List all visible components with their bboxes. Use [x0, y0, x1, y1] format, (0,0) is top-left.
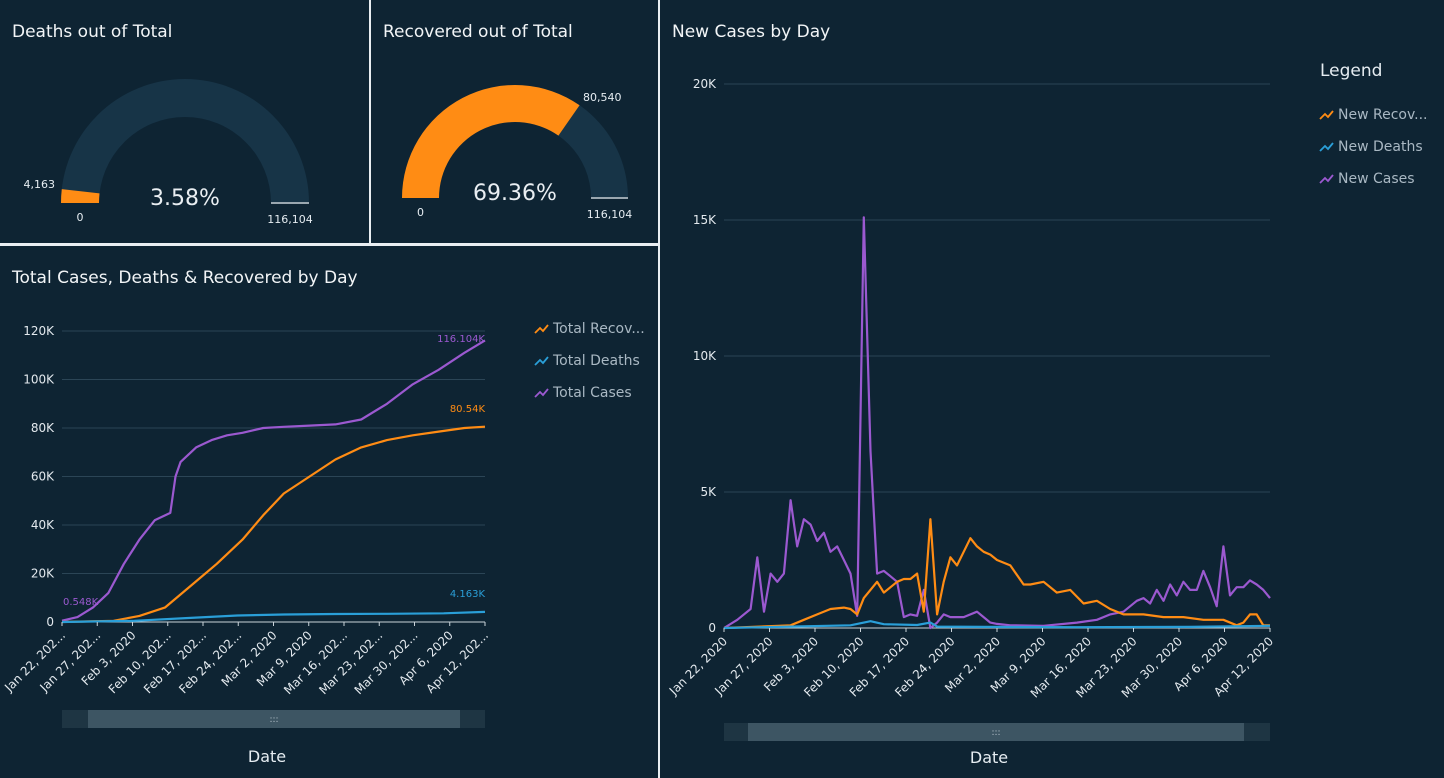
deaths-gauge-panel: Deaths out of Total 3.58% 4,163 0 116,10… — [0, 0, 369, 243]
scrollbar-grip: ::: — [269, 715, 278, 725]
gauge-value-label: 4,163 — [24, 178, 56, 191]
y-tick-label: 15K — [693, 213, 717, 227]
legend-item[interactable]: Total Recov... — [534, 321, 645, 337]
legend-label: Total Recov... — [552, 321, 645, 337]
gauge-value-label: 80,540 — [583, 91, 622, 104]
y-tick-label: 5K — [700, 485, 717, 499]
total-line-chart[interactable]: 0 20K 40K 60K 80K 100K 120K Jan 22, 202...Jan … — [0, 246, 658, 778]
new-chart-panel: New Cases by Day 0 5K 10K 15K 20K Jan 22, 20… — [660, 0, 1444, 778]
legend-label: Total Cases — [552, 385, 632, 401]
gauge-min-label: 0 — [77, 211, 84, 224]
data-label: 80.54K — [450, 404, 486, 415]
legend-label: New Recov... — [1338, 107, 1428, 123]
recovered-gauge: 69.36% 80,540 0 116,104 — [402, 84, 633, 221]
y-tick-label: 10K — [693, 349, 717, 363]
legend-label: New Cases — [1338, 171, 1415, 187]
x-tick-label: Feb 24, 202... — [176, 628, 244, 696]
legend-item[interactable]: New Recov... — [1319, 107, 1428, 123]
recovered-gauge-panel: Recovered out of Total 69.36% 80,540 0 1… — [371, 0, 658, 243]
x-tick-label: Feb 17, 202... — [141, 628, 209, 696]
y-tick-label: 20K — [31, 567, 55, 581]
y-tick-label: 80K — [31, 421, 55, 435]
legend-line-icon — [534, 324, 549, 334]
y-tick-label: 0 — [46, 615, 54, 629]
y-tick-label: 60K — [31, 470, 55, 484]
gauge-percent: 69.36% — [473, 181, 557, 206]
legend-item[interactable]: Total Deaths — [534, 353, 640, 369]
legend-line-icon — [1319, 110, 1334, 120]
series-line-total-deaths[interactable] — [61, 610, 486, 624]
x-tick-label: Apr 12, 202... — [423, 628, 491, 696]
gauge-max-label: 116,104 — [587, 208, 633, 221]
legend-line-icon — [534, 356, 549, 366]
legend-label: New Deaths — [1338, 139, 1423, 155]
data-label: 0.548K — [63, 597, 99, 608]
x-tick-label: Feb 10, 202... — [106, 628, 174, 696]
legend-item[interactable]: New Cases — [1319, 171, 1415, 187]
total-chart-panel: Total Cases, Deaths & Recovered by Day 0… — [0, 246, 658, 778]
x-axis-title: Date — [248, 747, 286, 766]
data-label: 116.104K — [437, 334, 485, 345]
y-tick-label: 20K — [693, 77, 717, 91]
legend-item[interactable]: Total Cases — [534, 385, 632, 401]
gauge-min-label: 0 — [417, 206, 424, 219]
legend-label: Total Deaths — [552, 353, 640, 369]
series-line-total-cases[interactable] — [61, 339, 486, 622]
legend-title: Legend — [1320, 61, 1382, 81]
x-tick-label: Jan 27, 202... — [37, 628, 104, 695]
series-line-new-cases[interactable] — [723, 216, 1271, 630]
y-tick-label: 120K — [23, 324, 55, 338]
x-tick-label: Jan 22, 202... — [1, 628, 68, 695]
legend-line-icon — [534, 388, 549, 398]
legend-item[interactable]: New Deaths — [1319, 139, 1423, 155]
y-tick-label: 0 — [708, 621, 716, 635]
series-line-total-recovered[interactable] — [61, 425, 486, 624]
gauge-percent: 3.58% — [150, 186, 220, 211]
y-tick-label: 40K — [31, 518, 55, 532]
scrollbar-grip: ::: — [991, 728, 1000, 738]
legend-line-icon — [1319, 174, 1334, 184]
x-axis-title: Date — [970, 748, 1008, 767]
y-tick-label: 100K — [23, 373, 55, 387]
deaths-gauge: 3.58% 4,163 0 116,104 — [24, 79, 313, 226]
data-label: 4.163K — [450, 589, 486, 600]
gauge-max-label: 116,104 — [267, 213, 313, 226]
legend-line-icon — [1319, 142, 1334, 152]
series-line-new-recovered[interactable] — [723, 518, 1270, 630]
gauge-track — [61, 79, 309, 203]
new-line-chart[interactable]: 05K10K15K20K Jan 22, 2020Jan 27, 2020Feb… — [660, 0, 1444, 778]
